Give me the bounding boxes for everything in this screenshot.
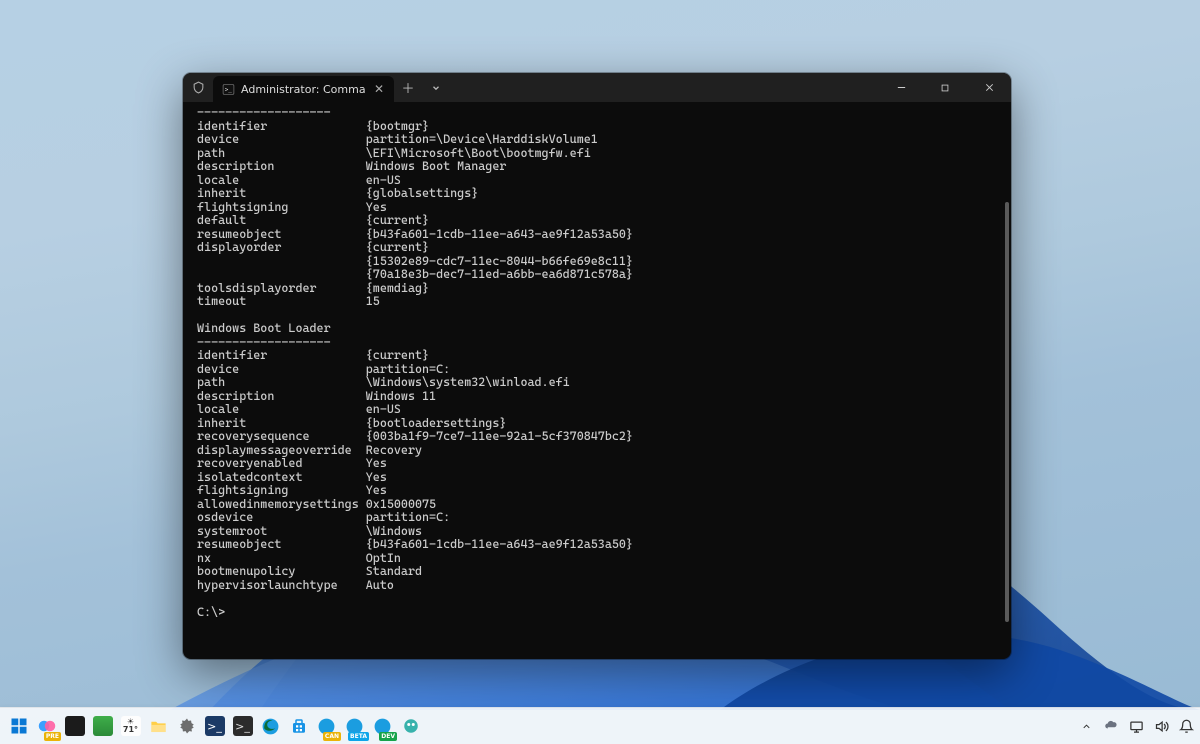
weather-widget[interactable]: ☀71° [118, 714, 143, 739]
minimize-button[interactable] [879, 73, 923, 102]
tab-title: Administrator: Command Pro [241, 83, 366, 96]
tray-overflow-button[interactable] [1079, 719, 1094, 734]
settings-button[interactable] [174, 714, 199, 739]
scrollbar-thumb[interactable] [1005, 202, 1009, 622]
file-explorer-button[interactable] [146, 714, 171, 739]
maximize-button[interactable] [923, 73, 967, 102]
command-prompt-icon: >_ [221, 82, 235, 96]
edge-beta-button[interactable]: BETA [342, 714, 367, 739]
store-button[interactable] [286, 714, 311, 739]
new-tab-button[interactable]: ＋ [394, 73, 422, 102]
shield-icon [183, 73, 213, 102]
tabs-dropdown-button[interactable] [422, 73, 450, 102]
taskbar-app-copilot[interactable]: PRE [34, 714, 59, 739]
close-button[interactable] [967, 73, 1011, 102]
edge-canary-button[interactable]: CAN [314, 714, 339, 739]
titlebar[interactable]: >_ Administrator: Command Pro ✕ ＋ [183, 73, 1011, 102]
desktop: >_ Administrator: Command Pro ✕ ＋ [0, 0, 1200, 744]
terminal-output[interactable]: ------------------- identifier {bootmgr}… [183, 102, 1011, 659]
taskbar-app-green[interactable] [90, 714, 115, 739]
start-button[interactable] [6, 714, 31, 739]
svg-text:>_: >_ [224, 86, 232, 93]
tab-command-prompt[interactable]: >_ Administrator: Command Pro ✕ [213, 76, 394, 102]
onedrive-icon[interactable] [1104, 719, 1119, 734]
notifications-icon[interactable] [1179, 719, 1194, 734]
taskbar: PRE ☀71° >_ >_ CAN BETA DEV [0, 707, 1200, 744]
volume-icon[interactable] [1154, 719, 1169, 734]
network-icon[interactable] [1129, 719, 1144, 734]
edge-button[interactable] [258, 714, 283, 739]
terminal-app-button[interactable]: >_ [230, 714, 255, 739]
taskbar-app-misc[interactable] [398, 714, 423, 739]
powershell-button[interactable]: >_ [202, 714, 227, 739]
tab-close-button[interactable]: ✕ [372, 82, 386, 96]
terminal-window: >_ Administrator: Command Pro ✕ ＋ [183, 73, 1011, 659]
taskbar-app-dark[interactable] [62, 714, 87, 739]
edge-dev-button[interactable]: DEV [370, 714, 395, 739]
